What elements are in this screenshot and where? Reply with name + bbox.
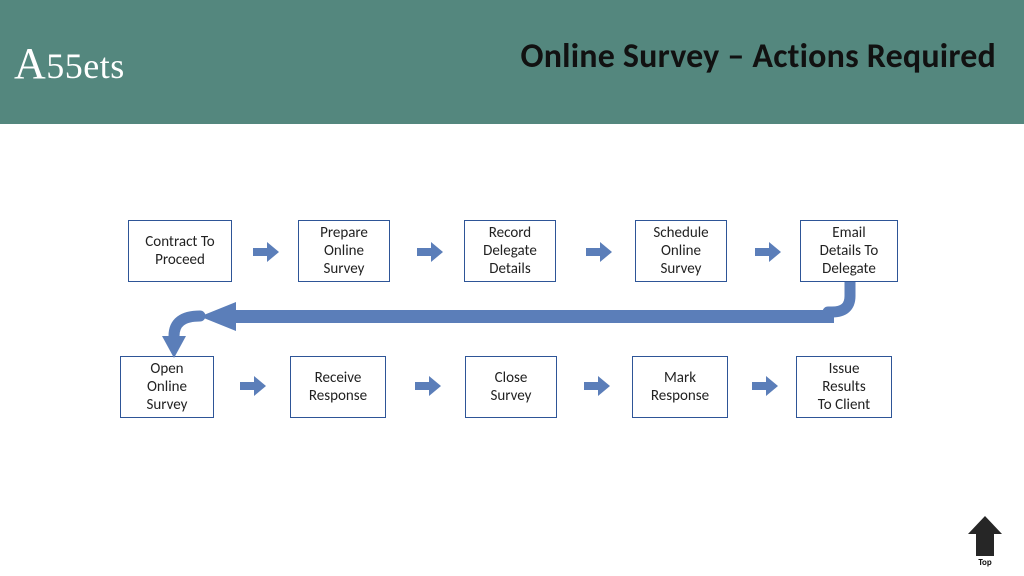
flow-canvas: Contract To Proceed Prepare Online Surve…: [0, 124, 1024, 576]
arrow-right-icon: [417, 240, 443, 264]
top-button-label: Top: [964, 557, 1006, 568]
step-issue-results-to-client: Issue Results To Client: [796, 356, 892, 418]
step-email-details-to-delegate: Email Details To Delegate: [800, 220, 898, 282]
arrow-right-icon: [755, 240, 781, 264]
slide-title: Online Survey – Actions Required: [521, 36, 996, 77]
brand-logo: A55ets: [14, 38, 125, 89]
top-button[interactable]: Top: [964, 516, 1006, 568]
arrow-right-icon: [415, 374, 441, 398]
slide-header: A55ets Online Survey – Actions Required: [0, 0, 1024, 124]
arrow-right-icon: [752, 374, 778, 398]
step-mark-response: Mark Response: [632, 356, 728, 418]
arrow-up-icon: [968, 516, 1002, 556]
step-close-survey: Close Survey: [465, 356, 557, 418]
connector-arrow-long: [150, 282, 870, 362]
step-record-delegate-details: Record Delegate Details: [464, 220, 556, 282]
step-open-online-survey: Open Online Survey: [120, 356, 214, 418]
arrow-right-icon: [586, 240, 612, 264]
step-receive-response: Receive Response: [290, 356, 386, 418]
step-schedule-online-survey: Schedule Online Survey: [635, 220, 727, 282]
step-prepare-online-survey: Prepare Online Survey: [298, 220, 390, 282]
arrow-right-icon: [240, 374, 266, 398]
arrow-right-icon: [584, 374, 610, 398]
arrow-right-icon: [253, 240, 279, 264]
step-contract-to-proceed: Contract To Proceed: [128, 220, 232, 282]
